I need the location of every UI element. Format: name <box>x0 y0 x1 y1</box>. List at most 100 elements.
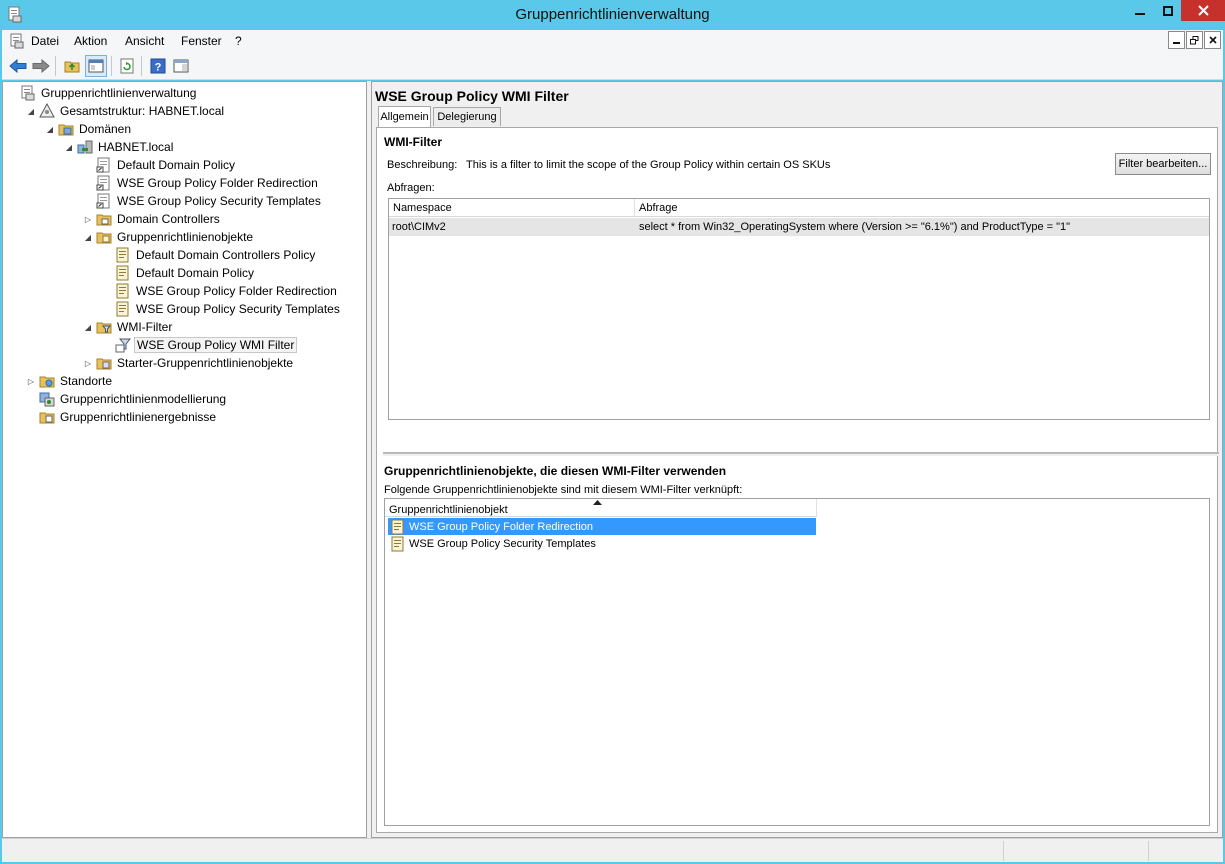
up-folder-icon <box>64 61 80 73</box>
modeling-icon <box>39 392 55 407</box>
status-segment <box>1148 841 1149 861</box>
tab-panel-allgemein: WMI-Filter Beschreibung: This is a filte… <box>376 127 1219 833</box>
tree-item[interactable]: Default Domain Policy <box>102 264 256 282</box>
linked-gpo-row[interactable]: WSE Group Policy Folder Redirection <box>388 518 816 535</box>
column-header-namespace[interactable]: Namespace <box>389 199 635 217</box>
console-tree[interactable]: Gruppenrichtlinienverwaltung ◢ Gesamtstruk… <box>2 81 367 838</box>
gpo-list-header: Gruppenrichtlinienobjekt <box>385 499 817 517</box>
help-button[interactable]: ? <box>147 55 169 77</box>
collapse-arrow-icon[interactable]: ◢ <box>64 138 74 156</box>
tree-item[interactable]: Default Domain Controllers Policy <box>102 246 317 264</box>
refresh-button[interactable] <box>116 55 138 77</box>
tree-item[interactable]: ◢ Gruppenrichtlinienobjekte <box>83 228 255 246</box>
menu-bar: Datei Aktion Ansicht Fenster ? <box>2 30 1223 52</box>
system-menu-icon[interactable] <box>9 33 25 49</box>
menu-datei[interactable]: Datei <box>31 34 59 48</box>
restore-icon <box>1190 35 1199 44</box>
menu-aktion[interactable]: Aktion <box>74 34 107 48</box>
help-icon: ? <box>150 58 166 74</box>
up-one-level-button[interactable] <box>61 55 83 77</box>
close-button[interactable] <box>1181 0 1225 21</box>
column-header-abfrage[interactable]: Abfrage <box>635 199 1209 217</box>
section-splitter[interactable] <box>383 452 1219 456</box>
description-label: Beschreibung: <box>387 159 458 171</box>
tree-item[interactable]: WSE Group Policy Security Templates <box>102 300 342 318</box>
menu-ansicht[interactable]: Ansicht <box>125 34 164 48</box>
minimize-button[interactable] <box>1126 0 1153 21</box>
tree-toggle-placeholder <box>102 264 112 282</box>
collapse-arrow-icon[interactable]: ◢ <box>26 102 36 120</box>
tree-item[interactable]: ◢ WMI-Filter <box>83 318 174 336</box>
status-bar <box>2 838 1223 862</box>
tree-item[interactable]: ▷ Domain Controllers <box>83 210 222 228</box>
menu-fenster[interactable]: Fenster <box>181 34 222 48</box>
starter-gpo-folder-icon <box>96 358 112 370</box>
tab-allgemein[interactable]: Allgemein <box>378 106 431 127</box>
gpmc-icon <box>21 85 35 101</box>
linked-gpo-label: WSE Group Policy Folder Redirection <box>409 520 594 533</box>
tree-toggle-placeholder <box>26 390 36 408</box>
forward-button[interactable] <box>30 55 52 77</box>
tab-delegierung[interactable]: Delegierung <box>433 107 501 126</box>
tree-item-label: Gruppenrichtlinienergebnisse <box>60 410 217 424</box>
maximize-button[interactable] <box>1154 0 1181 21</box>
edit-filter-button[interactable]: Filter bearbeiten... <box>1115 153 1211 175</box>
tree-item[interactable]: Gruppenrichtlinienergebnisse <box>26 408 218 426</box>
tree-item-label: Gruppenrichtlinienobjekte <box>117 230 254 244</box>
tree-item[interactable]: Gruppenrichtlinienverwaltung <box>7 84 198 102</box>
tree-item[interactable]: WSE Group Policy Security Templates <box>83 192 323 210</box>
collapse-arrow-icon[interactable]: ◢ <box>45 120 55 138</box>
tree-item-label: Default Domain Policy <box>117 158 236 172</box>
queries-label: Abfragen: <box>387 182 435 194</box>
tree-item-label: Gruppenrichtlinienverwaltung <box>41 86 197 100</box>
show-hide-console-tree-button[interactable] <box>85 55 107 77</box>
linked-gpo-list[interactable]: Gruppenrichtlinienobjekt WSE Group Polic… <box>384 498 1210 826</box>
tree-item[interactable]: ◢ Domänen <box>45 120 133 138</box>
title-bar[interactable]: Gruppenrichtlinienverwaltung <box>0 0 1225 30</box>
expand-arrow-icon[interactable]: ▷ <box>83 210 93 228</box>
tree-item[interactable]: ▷ Starter-Gruppenrichtlinienobjekte <box>83 354 295 372</box>
action-pane-icon <box>173 59 189 73</box>
description-value: This is a filter to limit the scope of t… <box>466 159 831 171</box>
tree-item[interactable]: Default Domain Policy <box>83 156 237 174</box>
domains-folder-icon <box>58 124 74 136</box>
show-hide-console-tree-icon <box>88 59 104 73</box>
results-folder-icon <box>39 412 55 424</box>
linked-gpo-row[interactable]: WSE Group Policy Security Templates <box>388 535 818 552</box>
tree-item-label: WSE Group Policy Security Templates <box>136 302 340 316</box>
query-row[interactable]: root\CIMv2 select * from Win32_OperatingS… <box>389 218 1209 236</box>
minimize-icon <box>1172 42 1180 44</box>
wmi-filter-icon <box>115 338 131 353</box>
mdi-minimize-button[interactable] <box>1168 31 1185 49</box>
gpo-link-icon <box>96 157 110 173</box>
queries-list[interactable]: Namespace Abfrage root\CIMv2 select * fro… <box>388 198 1210 420</box>
expand-arrow-icon[interactable]: ▷ <box>83 354 93 372</box>
tree-item[interactable]: ▷ Standorte <box>26 372 114 390</box>
tree-item-label: Default Domain Controllers Policy <box>136 248 316 262</box>
expand-arrow-icon[interactable]: ▷ <box>26 372 36 390</box>
tree-item[interactable]: Gruppenrichtlinienmodellierung <box>26 390 228 408</box>
back-button[interactable] <box>7 55 29 77</box>
menu-help[interactable]: ? <box>235 34 242 48</box>
collapse-arrow-icon[interactable]: ◢ <box>83 228 93 246</box>
linked-gpo-label: WSE Group Policy Security Templates <box>409 537 596 550</box>
maximize-icon <box>1162 5 1173 16</box>
sort-ascending-icon <box>593 500 602 505</box>
details-pane: WSE Group Policy WMI Filter Allgemein De… <box>371 81 1223 838</box>
tree-item-label: Standorte <box>60 374 113 388</box>
tree-item-label: WSE Group Policy Security Templates <box>117 194 321 208</box>
collapse-arrow-icon[interactable]: ◢ <box>83 318 93 336</box>
tree-item[interactable]: WSE Group Policy WMI Filter <box>102 336 298 354</box>
query-text-cell: select * from Win32_OperatingSystem wher… <box>639 221 1071 233</box>
tree-item[interactable]: ◢ Gesamtstruktur: HABNET.local <box>26 102 226 120</box>
tree-item-label: Domänen <box>79 122 132 136</box>
app-window: Gruppenrichtlinienverwaltung Datei Aktio… <box>0 0 1225 864</box>
tree-item[interactable]: WSE Group Policy Folder Redirection <box>102 282 339 300</box>
gpo-section-subtitle: Folgende Gruppenrichtlinienobjekte sind … <box>384 484 743 496</box>
mdi-close-button[interactable] <box>1204 31 1221 49</box>
action-pane-button[interactable] <box>170 55 192 77</box>
gpo-icon <box>116 283 129 299</box>
tree-item[interactable]: ◢ HABNET.local <box>64 138 175 156</box>
mdi-restore-button[interactable] <box>1186 31 1203 49</box>
tree-item[interactable]: WSE Group Policy Folder Redirection <box>83 174 320 192</box>
